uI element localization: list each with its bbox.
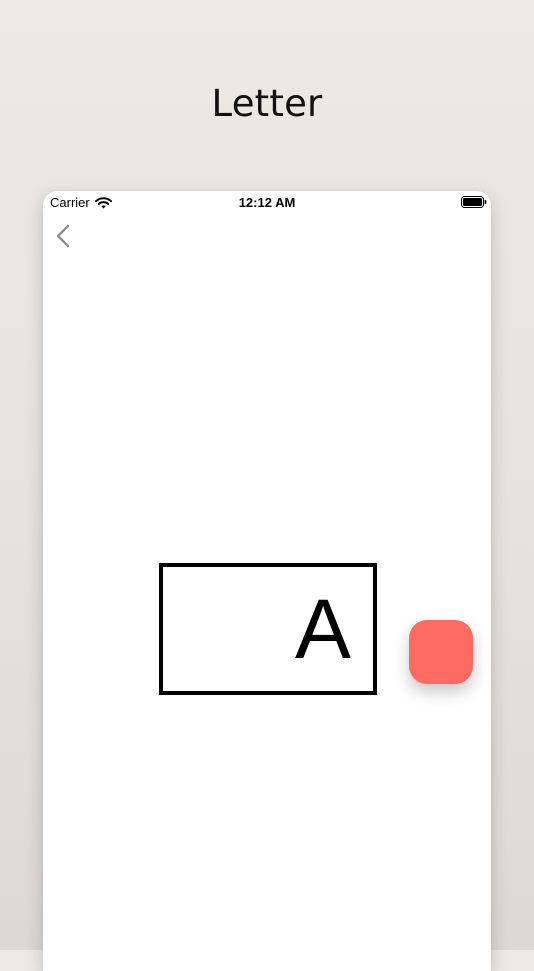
letter-glyph: A bbox=[294, 582, 351, 676]
device-screen: Carrier 12:12 AM A bbox=[43, 191, 491, 971]
status-time: 12:12 AM bbox=[238, 195, 296, 210]
back-button[interactable] bbox=[53, 223, 75, 249]
action-button[interactable] bbox=[409, 620, 473, 684]
chevron-left-icon bbox=[56, 224, 70, 248]
page-caption: Letter bbox=[211, 82, 323, 125]
status-bar: Carrier 12:12 AM bbox=[43, 191, 491, 213]
letter-card: A bbox=[159, 563, 377, 695]
battery-icon bbox=[461, 196, 487, 208]
